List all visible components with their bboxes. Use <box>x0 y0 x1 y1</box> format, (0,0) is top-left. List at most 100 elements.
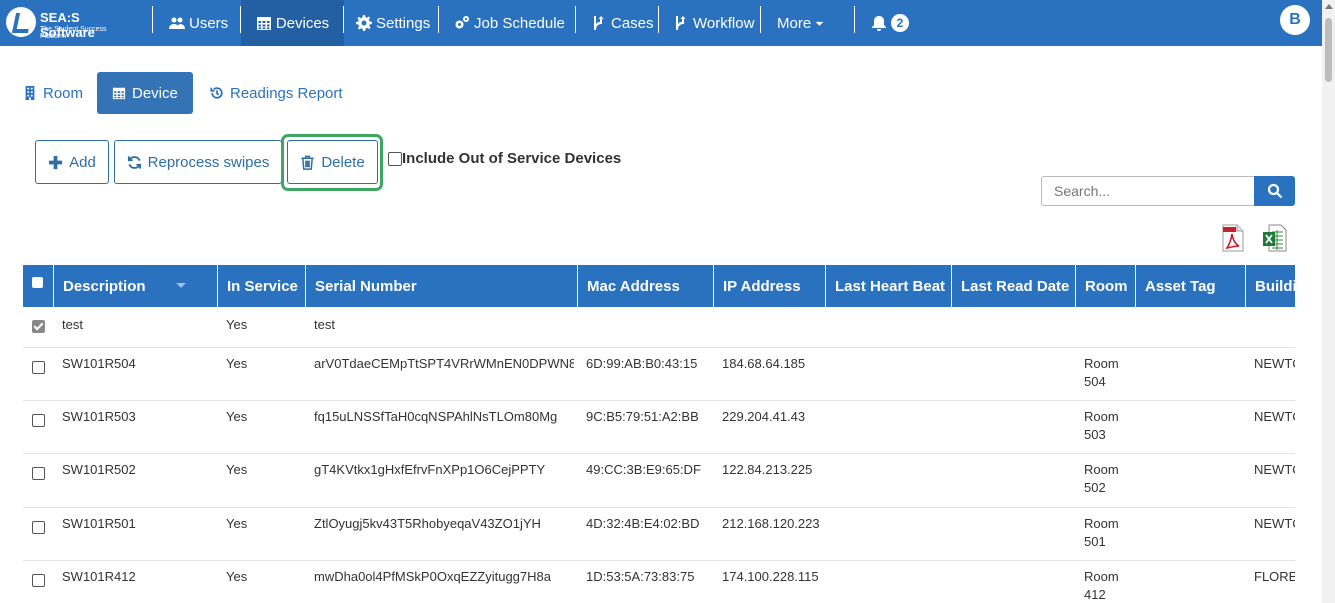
column-header-description[interactable]: Description <box>53 265 217 307</box>
cell-serial-number: gT4KVtkx1gHxfEfrvFnXPp1O6CejPPTY <box>314 462 546 477</box>
include-out-of-service-toggle[interactable]: Include Out of Service Devices <box>388 150 621 167</box>
user-avatar[interactable]: B <box>1280 5 1310 35</box>
refresh-icon <box>127 155 141 169</box>
table-row[interactable]: SW101R504 Yes arV0TdaeCEMpTtSPT4VRrWMnEN… <box>23 347 1295 401</box>
column-header-label: Last Read Date <box>961 277 1070 295</box>
row-checkbox[interactable] <box>32 320 45 333</box>
column-header-label: Description <box>63 277 146 295</box>
plus-icon <box>49 155 63 169</box>
nav-more-label: More <box>777 14 812 32</box>
tab-readings-report-label: Readings Report <box>230 84 343 102</box>
column-header-label: Buildi <box>1255 277 1295 295</box>
nav-cases[interactable]: Cases <box>591 0 654 46</box>
cell-room-number: 503 <box>1084 427 1106 442</box>
nav-job-schedule[interactable]: Job Schedule <box>454 0 565 46</box>
nav-devices[interactable]: Devices <box>241 0 344 46</box>
column-header-label: Asset Tag <box>1145 277 1216 295</box>
column-header-label: IP Address <box>723 277 801 295</box>
table-row[interactable]: SW101R501 Yes ZtlOyugj5kv43T5RhobyeqaV43… <box>23 507 1295 561</box>
cell-serial-number: test <box>314 317 335 332</box>
column-header-mac-address[interactable]: Mac Address <box>577 265 713 307</box>
tab-readings-report[interactable]: Readings Report <box>210 72 343 114</box>
tab-device[interactable]: Device <box>97 72 193 114</box>
column-header-in-service[interactable]: In Service <box>217 265 305 307</box>
cell-room: Room <box>1084 462 1119 477</box>
cell-building: FLORE <box>1254 569 1295 584</box>
nav-divider <box>438 6 439 33</box>
column-header-serial-number[interactable]: Serial Number <box>305 265 577 307</box>
column-header-last-heart-beat[interactable]: Last Heart Beat <box>825 265 951 307</box>
notifications-button[interactable]: 2 <box>871 0 909 46</box>
search-input[interactable] <box>1041 176 1255 206</box>
search-button[interactable] <box>1254 176 1295 206</box>
nav-devices-label: Devices <box>275 14 330 32</box>
cell-serial-number: mwDha0ol4PfMSkP0OxqEZZyitugg7H8a <box>314 569 551 584</box>
scroll-up-arrow-icon[interactable] <box>1325 4 1333 9</box>
table-row[interactable]: SW101R502 Yes gT4KVtkx1gHxfEfrvFnXPp1O6C… <box>23 453 1295 508</box>
row-checkbox[interactable] <box>32 414 45 427</box>
column-header-label: In Service <box>227 277 298 295</box>
reprocess-swipes-button[interactable]: Reprocess swipes <box>114 140 282 184</box>
notification-count-badge: 2 <box>891 14 909 32</box>
bell-icon <box>872 16 886 31</box>
table-row[interactable]: test Yes test <box>23 307 1295 348</box>
column-header-building[interactable]: Buildi <box>1245 265 1295 307</box>
row-checkbox[interactable] <box>32 521 45 534</box>
calendar-grid-icon <box>256 17 271 30</box>
nav-divider <box>760 6 761 33</box>
cell-in-service: Yes <box>226 356 248 371</box>
column-header-room[interactable]: Room <box>1075 265 1135 307</box>
cell-mac-address: 9C:B5:79:51:A2:BB <box>586 409 699 424</box>
column-header-last-read-date[interactable]: Last Read Date <box>951 265 1075 307</box>
cell-mac-address: 49:CC:3B:E9:65:DF <box>586 462 701 477</box>
cell-description: SW101R412 <box>62 569 136 584</box>
search-group <box>1041 176 1295 206</box>
cell-description: SW101R504 <box>62 356 136 371</box>
column-header-ip-address[interactable]: IP Address <box>713 265 825 307</box>
cell-ip-address: 122.84.213.225 <box>722 462 813 477</box>
tab-room[interactable]: Room <box>23 72 83 114</box>
caret-down-icon <box>815 21 824 26</box>
brand-logo[interactable]: SEA:S Software The Student Success Platf… <box>4 4 128 40</box>
cell-building: NEWTC <box>1254 462 1295 477</box>
excel-file-icon[interactable] <box>1263 224 1287 252</box>
nav-divider <box>658 6 659 33</box>
cell-serial-number: ZtlOyugj5kv43T5RhobyeqaV43ZO1jYH <box>314 516 541 531</box>
table-row[interactable]: SW101R412 Yes mwDha0ol4PfMSkP0OxqEZZyitu… <box>23 560 1295 603</box>
cell-description: SW101R503 <box>62 409 136 424</box>
cell-ip-address: 229.204.41.43 <box>722 409 806 424</box>
table-header: Description In Service Serial Number Mac… <box>23 265 1295 307</box>
reprocess-swipes-label: Reprocess swipes <box>147 153 270 171</box>
cell-ip-address: 212.168.120.223 <box>722 516 820 531</box>
nav-cases-label: Cases <box>611 14 654 32</box>
add-button[interactable]: Add <box>35 140 109 184</box>
gear-icon <box>356 15 372 31</box>
nav-settings[interactable]: Settings <box>356 0 430 46</box>
cell-room-number: 412 <box>1084 587 1106 602</box>
include-out-of-service-checkbox[interactable] <box>388 151 402 166</box>
nav-more[interactable]: More <box>777 0 824 46</box>
nav-workflow[interactable]: Workflow <box>673 0 754 46</box>
cell-in-service: Yes <box>226 462 248 477</box>
pdf-file-icon[interactable] <box>1222 224 1244 252</box>
row-checkbox[interactable] <box>32 574 45 587</box>
column-header-label: Mac Address <box>587 277 680 295</box>
nav-divider <box>575 6 576 33</box>
cell-room: Room <box>1084 516 1119 531</box>
column-header-asset-tag[interactable]: Asset Tag <box>1135 265 1245 307</box>
select-all-checkbox[interactable] <box>32 277 43 288</box>
sort-caret-icon[interactable] <box>176 283 186 288</box>
cell-serial-number: fq15uLNSSfTaH0cqNSPAhlNsTLOm80Mg <box>314 409 558 424</box>
nav-users-label: Users <box>189 14 229 32</box>
nav-job-schedule-label: Job Schedule <box>474 14 565 32</box>
tab-device-label: Device <box>132 84 178 102</box>
table-row[interactable]: SW101R503 Yes fq15uLNSSfTaH0cqNSPAhlNsTL… <box>23 400 1295 454</box>
cell-room: Room <box>1084 356 1119 371</box>
page-scrollbar[interactable] <box>1322 0 1335 603</box>
scrollbar-thumb[interactable] <box>1325 18 1332 82</box>
row-checkbox[interactable] <box>32 361 45 374</box>
nav-users[interactable]: Users <box>169 0 228 46</box>
row-checkbox[interactable] <box>32 467 45 480</box>
cell-in-service: Yes <box>226 516 248 531</box>
delete-button-highlight <box>281 134 383 191</box>
